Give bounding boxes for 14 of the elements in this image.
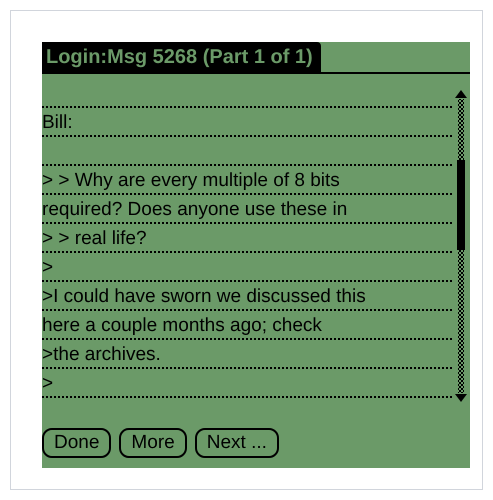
message-line: > > Why are every multiple of 8 bits: [42, 169, 340, 193]
message-line: >: [42, 372, 54, 396]
message-line: >the archives.: [42, 343, 161, 367]
window-title: Login:Msg 5268 (Part 1 of 1): [42, 42, 321, 72]
message-line: here a couple months ago; check: [42, 314, 322, 338]
action-button[interactable]: More: [119, 428, 187, 458]
action-button[interactable]: Next ...: [194, 428, 279, 458]
message-line: required? Does anyone use these in: [42, 198, 348, 222]
message-line: Bill:: [42, 111, 73, 135]
message-line: >: [42, 256, 54, 280]
action-button[interactable]: Done: [42, 428, 112, 458]
message-line: >I could have sworn we discussed this: [42, 285, 366, 309]
message-line: > > real life?: [42, 227, 147, 251]
scrollbar[interactable]: [455, 90, 467, 402]
